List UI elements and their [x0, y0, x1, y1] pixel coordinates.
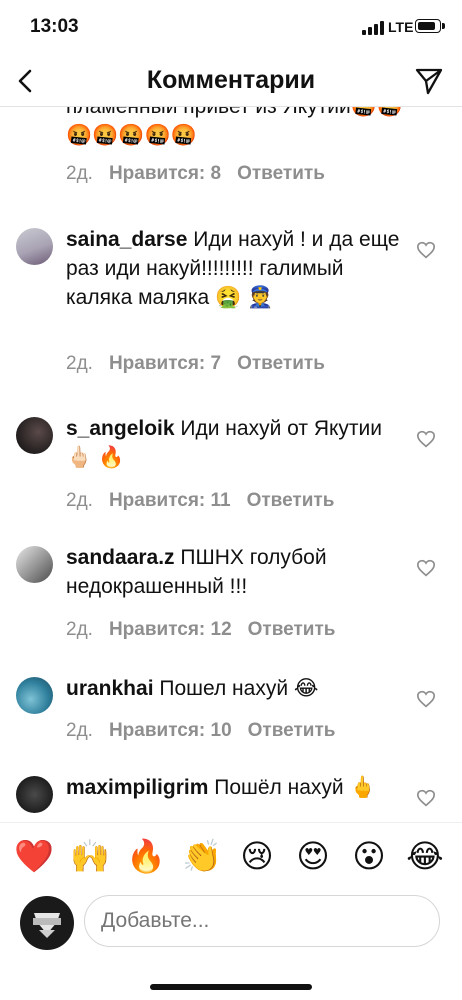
comment-username[interactable]: maximpiligrim — [66, 776, 208, 799]
comment-username[interactable]: sandaara.z — [66, 546, 175, 569]
avatar[interactable] — [16, 546, 53, 583]
comment-meta: 2д. Нравится: 12 Ответить — [66, 619, 351, 641]
emoji-heart-eyes[interactable]: 😍 — [294, 837, 332, 875]
like-count[interactable]: Нравится: 12 — [109, 619, 232, 640]
heart-icon[interactable] — [416, 690, 436, 708]
comment-age: 2д. — [66, 490, 93, 511]
comment-username[interactable]: s_angeloik — [66, 417, 175, 440]
avatar[interactable] — [16, 228, 53, 265]
comment-age: 2д. — [66, 353, 93, 374]
like-count[interactable]: Нравится: 11 — [109, 490, 231, 511]
reply-button[interactable]: Ответить — [248, 619, 336, 640]
comment-meta: 2д. Нравится: 7 Ответить — [66, 353, 341, 375]
comment-input[interactable] — [84, 895, 440, 947]
reply-button[interactable]: Ответить — [237, 353, 325, 374]
heart-icon[interactable] — [416, 559, 436, 577]
avatar[interactable] — [20, 896, 74, 950]
comment-age: 2д. — [66, 163, 93, 184]
emoji-clap[interactable]: 👏 — [182, 837, 222, 875]
like-count[interactable]: Нравится: 10 — [109, 720, 232, 741]
comment-text: Пошел нахуй 😂 — [153, 677, 319, 700]
comment-username[interactable]: urankhai — [66, 677, 154, 700]
comment-meta: 2д. Нравится: 8 Ответить — [66, 163, 341, 185]
emoji-fire[interactable]: 🔥 — [126, 837, 166, 875]
heart-icon[interactable] — [416, 241, 436, 259]
comment-text: пламенный привет из Якутии🤬🤬🤬🤬🤬🤬🤬 — [66, 107, 403, 147]
paper-plane-icon[interactable] — [414, 66, 444, 96]
avatar[interactable] — [16, 417, 53, 454]
emoji-reaction-bar: ❤️ 🙌 🔥 👏 😢 😍 😮 😂 — [0, 822, 462, 893]
harley-logo-icon — [33, 913, 61, 938]
emoji-heart[interactable]: ❤️ — [14, 837, 54, 875]
status-time: 13:03 — [30, 16, 79, 37]
reply-button[interactable]: Ответить — [247, 490, 335, 511]
comments-list[interactable]: пламенный привет из Якутии🤬🤬🤬🤬🤬🤬🤬 2д. Нра… — [0, 107, 462, 820]
nav-bar: Комментарии — [0, 56, 462, 107]
comment-username[interactable]: saina_darse — [66, 228, 187, 251]
emoji-crying[interactable]: 😢 — [238, 837, 276, 875]
comment-meta: 2д. Нравится: 11 Ответить — [66, 490, 350, 512]
status-bar: 13:03 LTE — [0, 0, 462, 56]
emoji-surprised[interactable]: 😮 — [350, 837, 388, 875]
comment-meta: 2д. Нравится: 10 Ответить — [66, 720, 351, 742]
comment-text: Пошёл нахуй 🖕 — [208, 776, 376, 799]
comment-age: 2д. — [66, 619, 93, 640]
avatar[interactable] — [16, 677, 53, 714]
comment-age: 2д. — [66, 720, 93, 741]
avatar[interactable] — [16, 776, 53, 813]
page-title: Комментарии — [146, 66, 316, 94]
network-type: LTE — [388, 19, 414, 35]
home-indicator — [150, 984, 312, 990]
reply-button[interactable]: Ответить — [237, 163, 325, 184]
heart-icon[interactable] — [416, 789, 436, 807]
comment-composer — [0, 890, 462, 960]
signal-icon — [362, 21, 384, 35]
battery-icon — [415, 19, 445, 33]
emoji-raised-hands[interactable]: 🙌 — [70, 837, 110, 875]
like-count[interactable]: Нравится: 7 — [109, 353, 221, 374]
like-count[interactable]: Нравится: 8 — [109, 163, 221, 184]
heart-icon[interactable] — [416, 430, 436, 448]
emoji-tears-of-joy[interactable]: 😂 — [406, 837, 444, 875]
reply-button[interactable]: Ответить — [248, 720, 336, 741]
